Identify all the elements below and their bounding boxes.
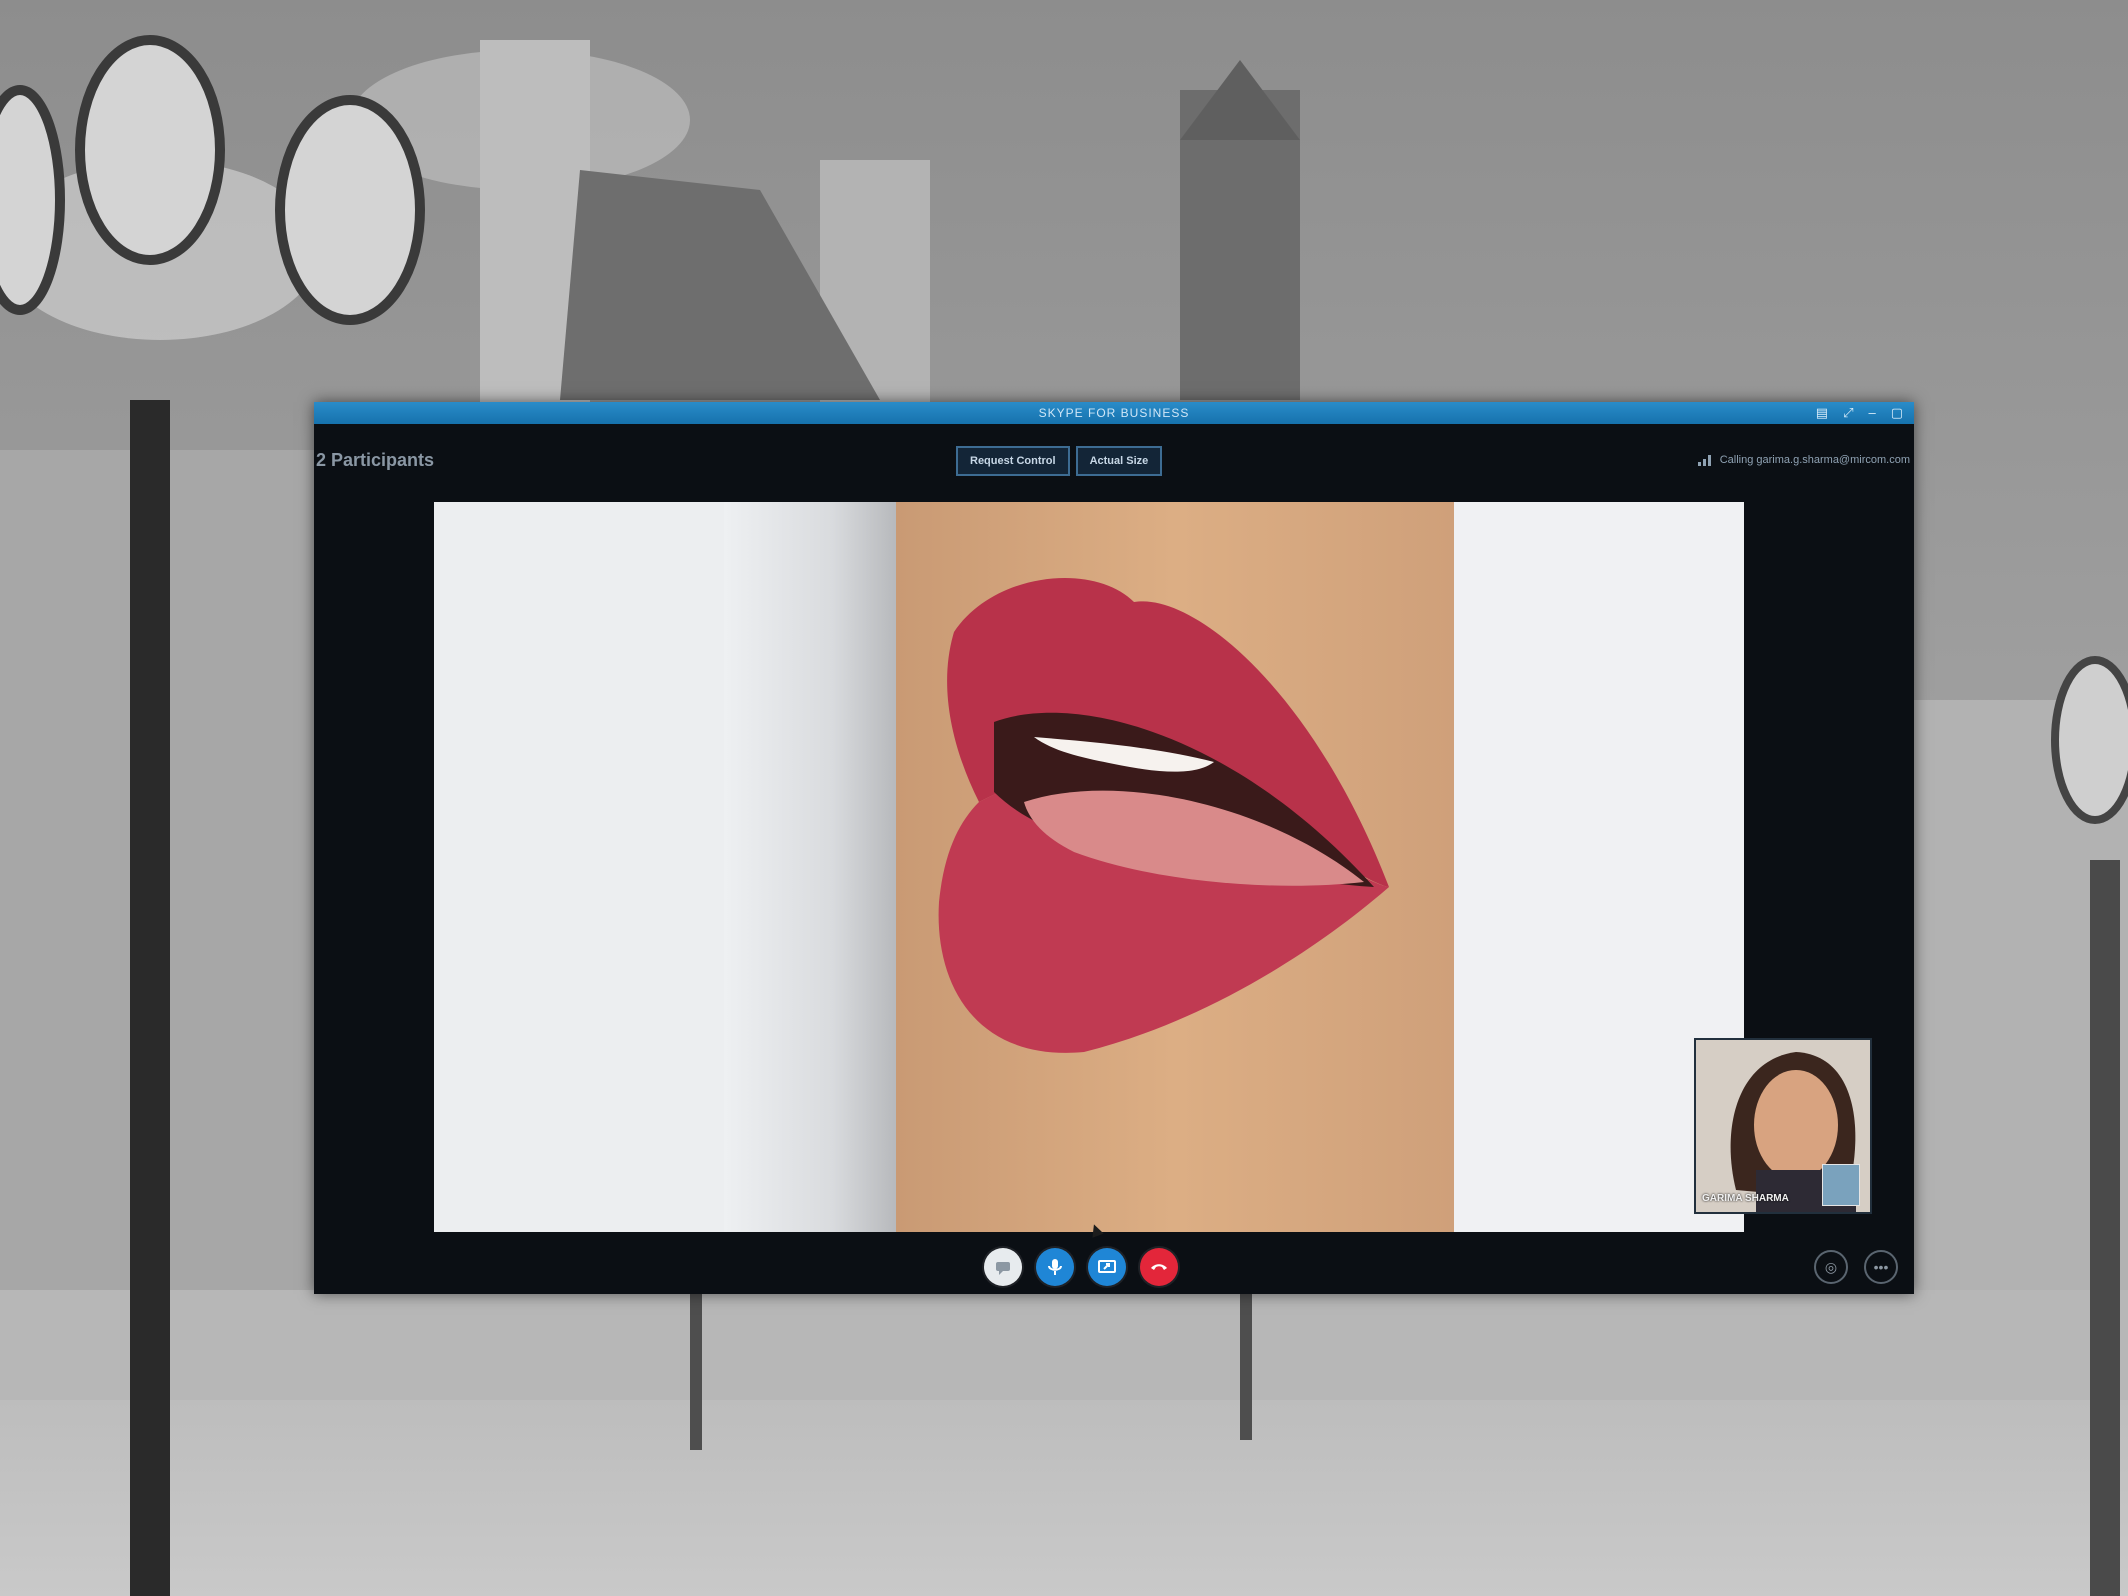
- layout-icon[interactable]: ▤: [1816, 402, 1829, 424]
- request-control-button[interactable]: Request Control: [956, 446, 1070, 476]
- window-controls: ▤ ⤢ – ▢: [1816, 402, 1904, 424]
- title-bar: SKYPE FOR BUSINESS ▤ ⤢ – ▢: [314, 402, 1914, 424]
- minimize-icon[interactable]: –: [1868, 402, 1876, 424]
- fullscreen-icon[interactable]: ⤢: [1843, 402, 1854, 424]
- end-call-icon: [1149, 1257, 1169, 1277]
- actual-size-button[interactable]: Actual Size: [1075, 446, 1163, 476]
- secondary-controls: ◎ •••: [1814, 1250, 1898, 1284]
- maximize-icon[interactable]: ▢: [1891, 402, 1904, 424]
- self-view-name: GARIMA SHARMA: [1702, 1193, 1789, 1204]
- shared-screen-image: [434, 502, 1744, 1232]
- chat-button[interactable]: [984, 1248, 1022, 1286]
- calling-label: Calling garima.g.sharma@mircom.com: [1719, 454, 1910, 466]
- call-status: Calling garima.g.sharma@mircom.com: [1697, 454, 1910, 466]
- microphone-icon: [1045, 1257, 1065, 1277]
- participants-count[interactable]: 2 Participants: [316, 450, 434, 471]
- call-controls: [984, 1248, 1178, 1286]
- video-call-window: SKYPE FOR BUSINESS ▤ ⤢ – ▢ 2 Participant…: [314, 402, 1914, 1294]
- device-settings-button[interactable]: ◎: [1814, 1250, 1848, 1284]
- signal-icon: [1697, 454, 1712, 466]
- screen-share-toolbar: Request Control Actual Size: [956, 446, 1163, 476]
- mini-avatar: [1822, 1164, 1860, 1206]
- more-options-button[interactable]: •••: [1864, 1250, 1898, 1284]
- share-screen-icon: [1097, 1257, 1117, 1277]
- chat-icon: [993, 1257, 1013, 1277]
- self-view-thumbnail[interactable]: GARIMA SHARMA: [1694, 1038, 1872, 1214]
- window-title: SKYPE FOR BUSINESS: [1038, 406, 1190, 420]
- mute-button[interactable]: [1036, 1248, 1074, 1286]
- share-screen-button[interactable]: [1088, 1248, 1126, 1286]
- end-call-button[interactable]: [1140, 1248, 1178, 1286]
- shared-screen: [434, 502, 1744, 1232]
